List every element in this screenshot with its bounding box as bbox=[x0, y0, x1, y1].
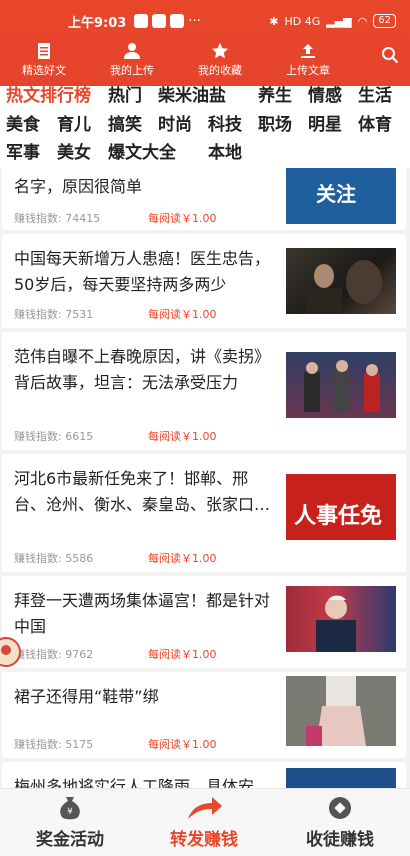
tab-share-earn[interactable]: 转发赚钱 bbox=[144, 795, 264, 850]
article-title: 范伟自曝不上春晚原因，讲《卖拐》背后故事，坦言：无法承受压力 bbox=[14, 347, 271, 392]
article-thumbnail bbox=[286, 352, 396, 418]
search-button[interactable] bbox=[370, 42, 410, 64]
article-thumbnail bbox=[286, 676, 396, 746]
category-item[interactable]: 职场 bbox=[258, 115, 292, 135]
search-icon bbox=[382, 47, 399, 64]
category-item[interactable]: 科技 bbox=[208, 115, 242, 135]
tab-share-earn-label: 转发赚钱 bbox=[170, 830, 238, 850]
nav-my-uploads[interactable]: 我的上传 bbox=[88, 42, 176, 78]
app-icon bbox=[152, 14, 167, 28]
tab-bonus-activities[interactable]: ¥ 奖金活动 bbox=[10, 795, 130, 850]
network-label: HD 4G bbox=[284, 14, 321, 28]
thumbnail-text: 人事任免 bbox=[294, 504, 383, 529]
article-title: 名字，原因很简单 bbox=[14, 177, 143, 196]
signal-icon: ▂▄▆ bbox=[326, 14, 352, 28]
article-title: 梅州多地将实行人工降雨，具体安 bbox=[14, 777, 255, 788]
app-header: 上午9:03 ··· ✱ HD 4G ▂▄▆ ◠ 62 精选好文 我的上传 我的… bbox=[0, 0, 410, 86]
article-rate: 每阅读￥1.00 bbox=[148, 552, 217, 565]
share-arrow-icon bbox=[188, 797, 222, 819]
article-thumbnail: 人事任免 bbox=[286, 474, 396, 540]
user-icon bbox=[124, 43, 140, 59]
category-item[interactable]: 本地 bbox=[208, 143, 242, 163]
article-card[interactable]: 中国每天新增万人患癌！医生忠告，50岁后，每天要坚持两多两少 赚钱指数: 753… bbox=[2, 234, 406, 328]
article-feed[interactable]: 名字，原因很简单 赚钱指数: 74415 每阅读￥1.00 关注 中国每天新增万… bbox=[0, 168, 410, 788]
star-icon bbox=[212, 43, 228, 59]
category-item[interactable]: 美食 bbox=[6, 115, 40, 135]
status-time: 上午9:03 bbox=[68, 15, 127, 31]
article-rate: 每阅读￥1.00 bbox=[148, 430, 217, 443]
article-card[interactable]: 范伟自曝不上春晚原因，讲《卖拐》背后故事，坦言：无法承受压力 赚钱指数: 661… bbox=[2, 332, 406, 450]
article-card[interactable]: 河北6市最新任免来了！邯郸、邢台、沧州、衡水、秦皇岛、张家口… 赚钱指数: 55… bbox=[2, 454, 406, 572]
more-dots-icon: ··· bbox=[188, 13, 201, 29]
category-item[interactable]: 搞笑 bbox=[108, 115, 142, 135]
article-rate: 每阅读￥1.00 bbox=[148, 212, 217, 225]
article-score: 赚钱指数: 9762 bbox=[14, 648, 94, 661]
category-hot-ranking[interactable]: 热文排行榜 bbox=[6, 86, 91, 106]
tab-recruit-earn-label: 收徒赚钱 bbox=[306, 830, 374, 850]
category-item[interactable]: 美女 bbox=[57, 143, 91, 163]
battery-indicator: 62 bbox=[373, 14, 396, 28]
article-thumbnail bbox=[286, 586, 396, 652]
category-item[interactable]: 军事 bbox=[6, 143, 40, 163]
thumbnail-photo bbox=[316, 595, 356, 652]
article-thumbnail bbox=[286, 768, 396, 788]
article-card[interactable]: 梅州多地将实行人工降雨，具体安 bbox=[2, 762, 406, 788]
category-item[interactable]: 爆文大全 bbox=[108, 143, 176, 163]
article-card[interactable]: 拜登一天遭两场集体逼宫！都是针对中国 赚钱指数: 9762 每阅读￥1.00 bbox=[2, 576, 406, 668]
bluetooth-icon: ✱ bbox=[269, 14, 279, 28]
thumbnail-photo bbox=[306, 676, 366, 746]
article-score: 赚钱指数: 74415 bbox=[14, 212, 101, 225]
article-score: 赚钱指数: 5586 bbox=[14, 552, 94, 565]
qq-icon bbox=[170, 14, 185, 28]
nav-upload-article[interactable]: 上传文章 bbox=[264, 42, 352, 78]
article-score: 赚钱指数: 7531 bbox=[14, 308, 94, 321]
article-thumbnail: 关注 bbox=[286, 168, 396, 224]
thumbnail-photo bbox=[304, 360, 380, 412]
article-score: 赚钱指数: 6615 bbox=[14, 430, 94, 443]
article-rate: 每阅读￥1.00 bbox=[148, 648, 217, 661]
article-score: 赚钱指数: 5175 bbox=[14, 738, 94, 751]
article-title: 裙子还得用“鞋带”绑 bbox=[14, 687, 159, 706]
article-rate: 每阅读￥1.00 bbox=[148, 308, 217, 321]
article-card[interactable]: 裙子还得用“鞋带”绑 赚钱指数: 5175 每阅读￥1.00 bbox=[2, 672, 406, 758]
document-icon bbox=[38, 43, 50, 59]
category-item[interactable]: 育儿 bbox=[57, 115, 91, 135]
nav-featured[interactable]: 精选好文 bbox=[0, 42, 88, 78]
red-envelope-icon bbox=[0, 637, 21, 667]
thumbnail-photo bbox=[306, 260, 382, 314]
category-item[interactable]: 生活 bbox=[358, 86, 392, 106]
article-title: 中国每天新增万人患癌！医生忠告，50岁后，每天要坚持两多两少 bbox=[14, 249, 271, 294]
coin-icon bbox=[329, 797, 351, 819]
category-item[interactable]: 时尚 bbox=[158, 115, 192, 135]
tab-bonus-activities-label: 奖金活动 bbox=[36, 830, 104, 850]
top-nav: 精选好文 我的上传 我的收藏 上传文章 bbox=[0, 42, 410, 86]
category-item[interactable]: 情感 bbox=[308, 86, 342, 106]
nav-my-uploads-label: 我的上传 bbox=[110, 64, 154, 77]
svg-text:¥: ¥ bbox=[67, 807, 73, 817]
article-title: 拜登一天遭两场集体逼宫！都是针对中国 bbox=[14, 591, 271, 636]
article-thumbnail bbox=[286, 248, 396, 314]
status-bar: 上午9:03 ··· ✱ HD 4G ▂▄▆ ◠ 62 bbox=[0, 0, 410, 42]
category-item[interactable]: 柴米油盐 bbox=[158, 86, 226, 106]
money-bag-icon: ¥ bbox=[60, 797, 80, 820]
article-card[interactable]: 名字，原因很简单 赚钱指数: 74415 每阅读￥1.00 关注 bbox=[2, 168, 406, 230]
article-rate: 每阅读￥1.00 bbox=[148, 738, 217, 751]
wifi-icon: ◠ bbox=[357, 14, 368, 28]
category-item[interactable]: 养生 bbox=[258, 86, 292, 106]
nav-upload-article-label: 上传文章 bbox=[286, 64, 330, 77]
nav-favorites[interactable]: 我的收藏 bbox=[176, 42, 264, 78]
wechat-icon bbox=[134, 14, 149, 28]
bottom-tab-bar: ¥ 奖金活动 转发赚钱 收徒赚钱 bbox=[0, 788, 410, 856]
category-item[interactable]: 热门 bbox=[108, 86, 142, 106]
nav-favorites-label: 我的收藏 bbox=[198, 64, 242, 77]
tab-recruit-earn[interactable]: 收徒赚钱 bbox=[280, 795, 400, 850]
article-title: 河北6市最新任免来了！邯郸、邢台、沧州、衡水、秦皇岛、张家口… bbox=[14, 469, 271, 514]
category-bar: 热文排行榜 热门 柴米油盐 养生 情感 生活 美食 育儿 搞笑 时尚 科技 职场… bbox=[0, 86, 410, 168]
category-item[interactable]: 体育 bbox=[358, 115, 392, 135]
thumbnail-text: 关注 bbox=[316, 182, 356, 206]
upload-icon bbox=[301, 44, 315, 58]
category-item[interactable]: 明星 bbox=[308, 115, 342, 135]
floating-reward-badge[interactable] bbox=[0, 628, 22, 676]
nav-featured-label: 精选好文 bbox=[22, 64, 66, 77]
